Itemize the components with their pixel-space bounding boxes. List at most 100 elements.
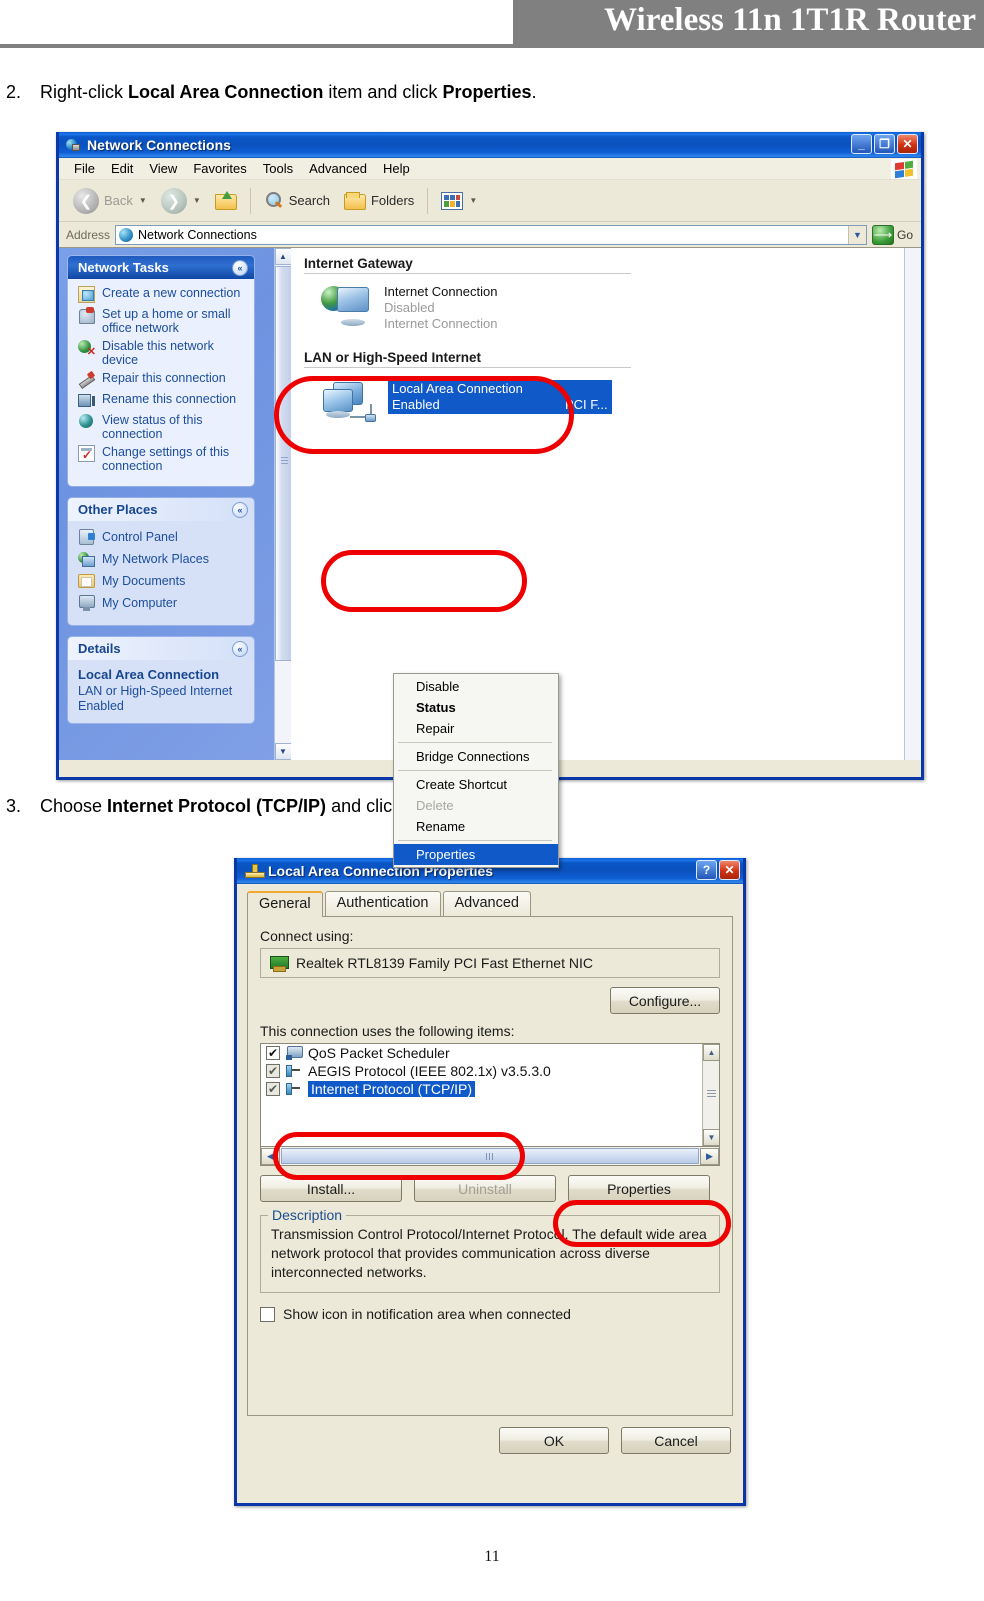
go-button[interactable]: ⟶ Go	[871, 224, 921, 245]
netconn-titlebar[interactable]: Network Connections _ ❐ ✕	[59, 132, 921, 158]
up-button[interactable]	[209, 188, 243, 213]
context-menu-item-repair[interactable]: Repair	[394, 718, 558, 739]
checkbox-qos[interactable]: ✔	[266, 1046, 280, 1060]
context-menu-item-disable[interactable]: Disable	[394, 676, 558, 697]
search-label: Search	[288, 193, 330, 208]
task-disable-network-device[interactable]: Disable this network device	[78, 339, 246, 367]
close-button[interactable]: ✕	[719, 860, 740, 880]
maximize-button[interactable]: ❐	[874, 134, 895, 154]
lac-selection-block: Local Area Connection Enabled PCI F...	[388, 380, 612, 414]
new-connection-icon	[78, 286, 95, 303]
back-button[interactable]: ❮ Back ▼	[67, 185, 153, 217]
menu-advanced[interactable]: Advanced	[301, 161, 375, 176]
scrollbar-thumb[interactable]	[281, 1148, 699, 1164]
task-label: Repair this connection	[102, 371, 226, 385]
scroll-down-icon[interactable]: ▼	[703, 1129, 719, 1146]
place-my-computer[interactable]: My Computer	[78, 594, 246, 611]
context-menu-item-rename[interactable]: Rename	[394, 816, 558, 837]
folders-label: Folders	[370, 193, 415, 208]
step-2-part-1: Right-click	[40, 82, 129, 102]
step-3-part-1: Choose	[40, 796, 108, 816]
checkbox-show-icon[interactable]	[260, 1306, 275, 1322]
menu-view[interactable]: View	[141, 161, 185, 176]
views-button[interactable]: ▼	[435, 189, 483, 213]
component-row-aegis[interactable]: ✔ AEGIS Protocol (IEEE 802.1x) v3.5.3.0	[261, 1062, 719, 1080]
forward-button[interactable]: ❯ ▼	[155, 185, 207, 217]
address-input[interactable]: Network Connections ▼	[115, 224, 867, 245]
window-body: Network Tasks « Create a new connection …	[59, 248, 921, 868]
panel-other-places-header[interactable]: Other Places «	[68, 498, 254, 521]
place-my-network-places[interactable]: My Network Places	[78, 550, 246, 567]
panel-network-tasks-header[interactable]: Network Tasks «	[68, 256, 254, 279]
context-menu-separator	[398, 742, 552, 743]
tab-general[interactable]: General	[247, 891, 323, 917]
checkbox-tcpip[interactable]: ✔	[266, 1082, 280, 1096]
task-setup-home-network[interactable]: Set up a home or small office network	[78, 307, 246, 335]
items-label: This connection uses the following items…	[260, 1023, 515, 1039]
component-row-tcpip[interactable]: ✔ Internet Protocol (TCP/IP)	[261, 1080, 719, 1098]
cancel-button[interactable]: Cancel	[621, 1427, 731, 1454]
toolbar-separator-1	[249, 187, 251, 214]
task-change-settings[interactable]: Change settings of this connection	[78, 445, 246, 473]
scroll-right-icon[interactable]: ▶	[700, 1147, 719, 1165]
help-button[interactable]: ?	[696, 860, 717, 880]
component-row-qos[interactable]: ✔ QoS Packet Scheduler	[261, 1044, 719, 1062]
views-dropdown-icon[interactable]: ▼	[469, 196, 477, 205]
menu-edit[interactable]: Edit	[103, 161, 141, 176]
folders-button[interactable]: Folders	[338, 188, 420, 213]
minimize-button[interactable]: _	[851, 134, 872, 154]
context-menu-item-status[interactable]: Status	[394, 697, 558, 718]
toolbar: ❮ Back ▼ ❯ ▼ Search Folders ▼	[59, 180, 921, 222]
context-menu-item-create-shortcut[interactable]: Create Shortcut	[394, 774, 558, 795]
place-control-panel[interactable]: Control Panel	[78, 528, 246, 545]
scrollbar-thumb[interactable]	[275, 266, 292, 661]
connection-internet-connection[interactable]: Internet Connection Disabled Internet Co…	[321, 284, 921, 332]
scroll-left-icon[interactable]: ◀	[261, 1147, 280, 1165]
collapse-chevron-icon[interactable]: «	[232, 259, 248, 276]
scroll-up-icon[interactable]: ▲	[703, 1044, 719, 1061]
change-settings-icon	[78, 445, 95, 462]
menu-tools[interactable]: Tools	[255, 161, 301, 176]
components-horizontal-scrollbar[interactable]: ◀ ▶	[260, 1147, 720, 1166]
sidebar-scrollbar[interactable]: ▲ ▼	[274, 248, 292, 760]
tab-authentication[interactable]: Authentication	[324, 891, 441, 916]
checkbox-aegis[interactable]: ✔	[266, 1064, 280, 1078]
page-title: Wireless 11n 1T1R Router	[604, 2, 976, 38]
scroll-down-icon[interactable]: ▼	[274, 743, 292, 760]
install-button[interactable]: Install...	[260, 1175, 402, 1202]
address-bar: Address Network Connections ▼ ⟶ Go	[59, 222, 921, 248]
ok-button[interactable]: OK	[499, 1427, 609, 1454]
panel-details-header[interactable]: Details «	[68, 637, 254, 660]
place-my-documents[interactable]: My Documents	[78, 572, 246, 589]
forward-dropdown-icon[interactable]: ▼	[193, 196, 201, 205]
search-button[interactable]: Search	[258, 188, 336, 213]
panel-network-tasks: Network Tasks « Create a new connection …	[68, 256, 254, 486]
collapse-chevron-icon[interactable]: «	[232, 640, 248, 657]
scrollbar-thumb-grip[interactable]	[707, 1090, 716, 1099]
context-menu-item-delete: Delete	[416, 798, 454, 813]
menu-help[interactable]: Help	[375, 161, 418, 176]
panel-details-body: Local Area Connection LAN or High-Speed …	[68, 660, 254, 723]
tab-advanced[interactable]: Advanced	[442, 891, 531, 916]
configure-button[interactable]: Configure...	[610, 987, 720, 1014]
back-dropdown-icon[interactable]: ▼	[139, 196, 147, 205]
close-button[interactable]: ✕	[897, 134, 918, 154]
task-rename-connection[interactable]: Rename this connection	[78, 392, 246, 409]
task-repair-connection[interactable]: Repair this connection	[78, 371, 246, 388]
address-dropdown-icon[interactable]: ▼	[847, 225, 866, 244]
context-menu-item-properties[interactable]: Properties	[394, 844, 558, 865]
task-create-new-connection[interactable]: Create a new connection	[78, 286, 246, 303]
show-icon-row[interactable]: Show icon in notification area when conn…	[260, 1306, 720, 1322]
scroll-up-icon[interactable]: ▲	[274, 248, 292, 265]
components-list[interactable]: ✔ QoS Packet Scheduler ✔ AEGIS Protocol …	[260, 1043, 720, 1147]
connection-local-area-connection[interactable]: Local Area Connection Enabled PCI F...	[321, 380, 921, 428]
menu-favorites[interactable]: Favorites	[185, 161, 254, 176]
my-documents-icon	[78, 572, 95, 589]
properties-button[interactable]: Properties	[568, 1175, 710, 1202]
task-view-status[interactable]: View status of this connection	[78, 413, 246, 441]
menu-file[interactable]: File	[66, 161, 103, 176]
content-scrollbar[interactable]	[904, 248, 921, 760]
context-menu-item-bridge-connections[interactable]: Bridge Connections	[394, 746, 558, 767]
components-vertical-scrollbar[interactable]: ▲ ▼	[702, 1044, 719, 1146]
collapse-chevron-icon[interactable]: «	[232, 501, 248, 518]
